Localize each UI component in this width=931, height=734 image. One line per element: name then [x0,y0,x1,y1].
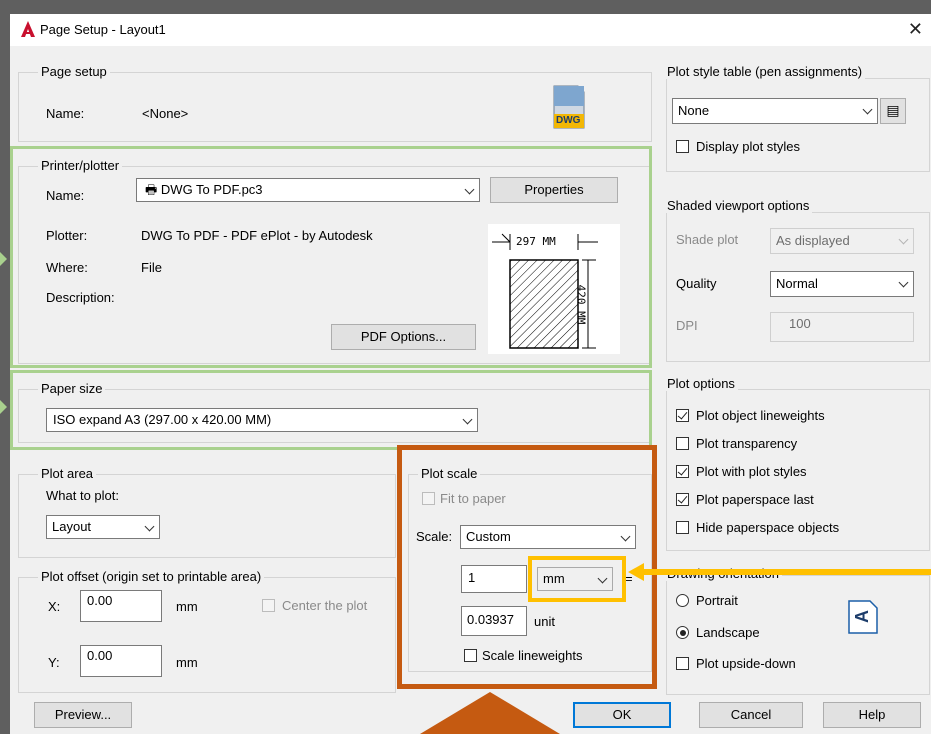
dwg-icon-text: DWG [556,115,581,126]
check-icon [677,493,688,504]
plot-offset-legend: Plot offset (origin set to printable are… [38,569,265,584]
chevron-down-icon [898,234,909,245]
title-bar[interactable]: Page Setup - Layout1 ✕ [10,14,931,46]
plot-option-label: Plot with plot styles [696,464,807,479]
display-plot-styles-label: Display plot styles [696,139,801,154]
dwg-file-icon: DWG [550,84,588,130]
quality-dropdown[interactable]: Normal [770,271,914,297]
portrait-label: Portrait [696,593,738,608]
plot-offset-group [18,577,396,693]
printer-highlight-box [10,146,652,368]
offset-y-unit: mm [176,655,198,670]
preview-button[interactable]: Preview... [34,702,132,728]
plot-upside-down-label: Plot upside-down [696,656,796,671]
shade-plot-label: Shade plot [676,232,739,247]
quality-label: Quality [676,276,717,291]
check-icon [677,409,688,420]
plot-option-label: Hide paperspace objects [696,520,840,535]
plot-option-label: Plot object lineweights [696,408,825,423]
shade-plot-dropdown[interactable]: As displayed [770,228,914,254]
center-plot-checkbox[interactable] [262,599,275,612]
yellow-arrow-icon [628,563,931,581]
close-icon[interactable]: ✕ [908,20,923,38]
plot-upside-down-checkbox[interactable] [676,657,689,670]
plot-style-dropdown[interactable]: None [672,98,878,124]
shade-plot-value: As displayed [776,233,850,248]
landscape-orientation-icon: A [848,600,878,634]
plot-style-group [666,78,930,172]
offset-x-input[interactable]: 0.00 [80,590,162,622]
offset-y-input[interactable]: 0.00 [80,645,162,677]
display-plot-styles-checkbox[interactable] [676,140,689,153]
plot-option-checkbox[interactable] [676,409,689,422]
check-icon [677,465,688,476]
chevron-down-icon [862,104,873,115]
landscape-radio[interactable] [676,626,689,639]
help-button[interactable]: Help [823,702,921,728]
offset-y-label: Y: [48,655,60,670]
plot-style-value: None [678,103,710,118]
page-setup-name-label: Name: [46,106,85,121]
green-pointer-icon [0,252,7,266]
plot-area-legend: Plot area [38,466,97,481]
page-setup-legend: Page setup [38,64,110,79]
plot-option-checkbox[interactable] [676,521,689,534]
offset-x-unit: mm [176,599,198,614]
portrait-radio[interactable] [676,594,689,607]
what-to-plot-dropdown[interactable]: Layout [46,515,160,539]
chevron-down-icon [144,521,155,532]
green-pointer-icon [0,400,7,414]
unit-highlight-box [528,556,626,602]
what-to-plot-label: What to plot: [46,488,119,503]
chevron-down-icon [898,277,909,288]
plot-style-legend: Plot style table (pen assignments) [664,64,866,79]
autocad-app-icon [21,21,35,37]
plot-option-checkbox[interactable] [676,493,689,506]
offset-x-label: X: [48,599,61,614]
plot-option-label: Plot transparency [696,436,798,451]
quality-value: Normal [776,276,818,291]
shaded-viewport-legend: Shaded viewport options [664,198,813,213]
plot-style-edit-icon[interactable]: ▤ [880,98,906,124]
plot-options-legend: Plot options [664,376,738,391]
brown-arrow-icon [420,692,560,734]
dpi-input[interactable]: 100 [770,312,914,342]
cancel-button[interactable]: Cancel [699,702,803,728]
what-to-plot-value: Layout [52,519,92,534]
paper-size-highlight-box [10,370,652,450]
landscape-label: Landscape [696,625,760,640]
plot-option-checkbox[interactable] [676,465,689,478]
plot-option-checkbox[interactable] [676,437,689,450]
plot-option-label: Plot paperspace last [696,492,814,507]
dpi-label: DPI [676,318,698,333]
orientation-icon-letter: A [852,610,872,623]
center-plot-label: Center the plot [282,598,368,613]
window-title: Page Setup - Layout1 [40,22,166,37]
page-setup-name-value: <None> [142,106,189,121]
ok-button[interactable]: OK [573,702,671,728]
